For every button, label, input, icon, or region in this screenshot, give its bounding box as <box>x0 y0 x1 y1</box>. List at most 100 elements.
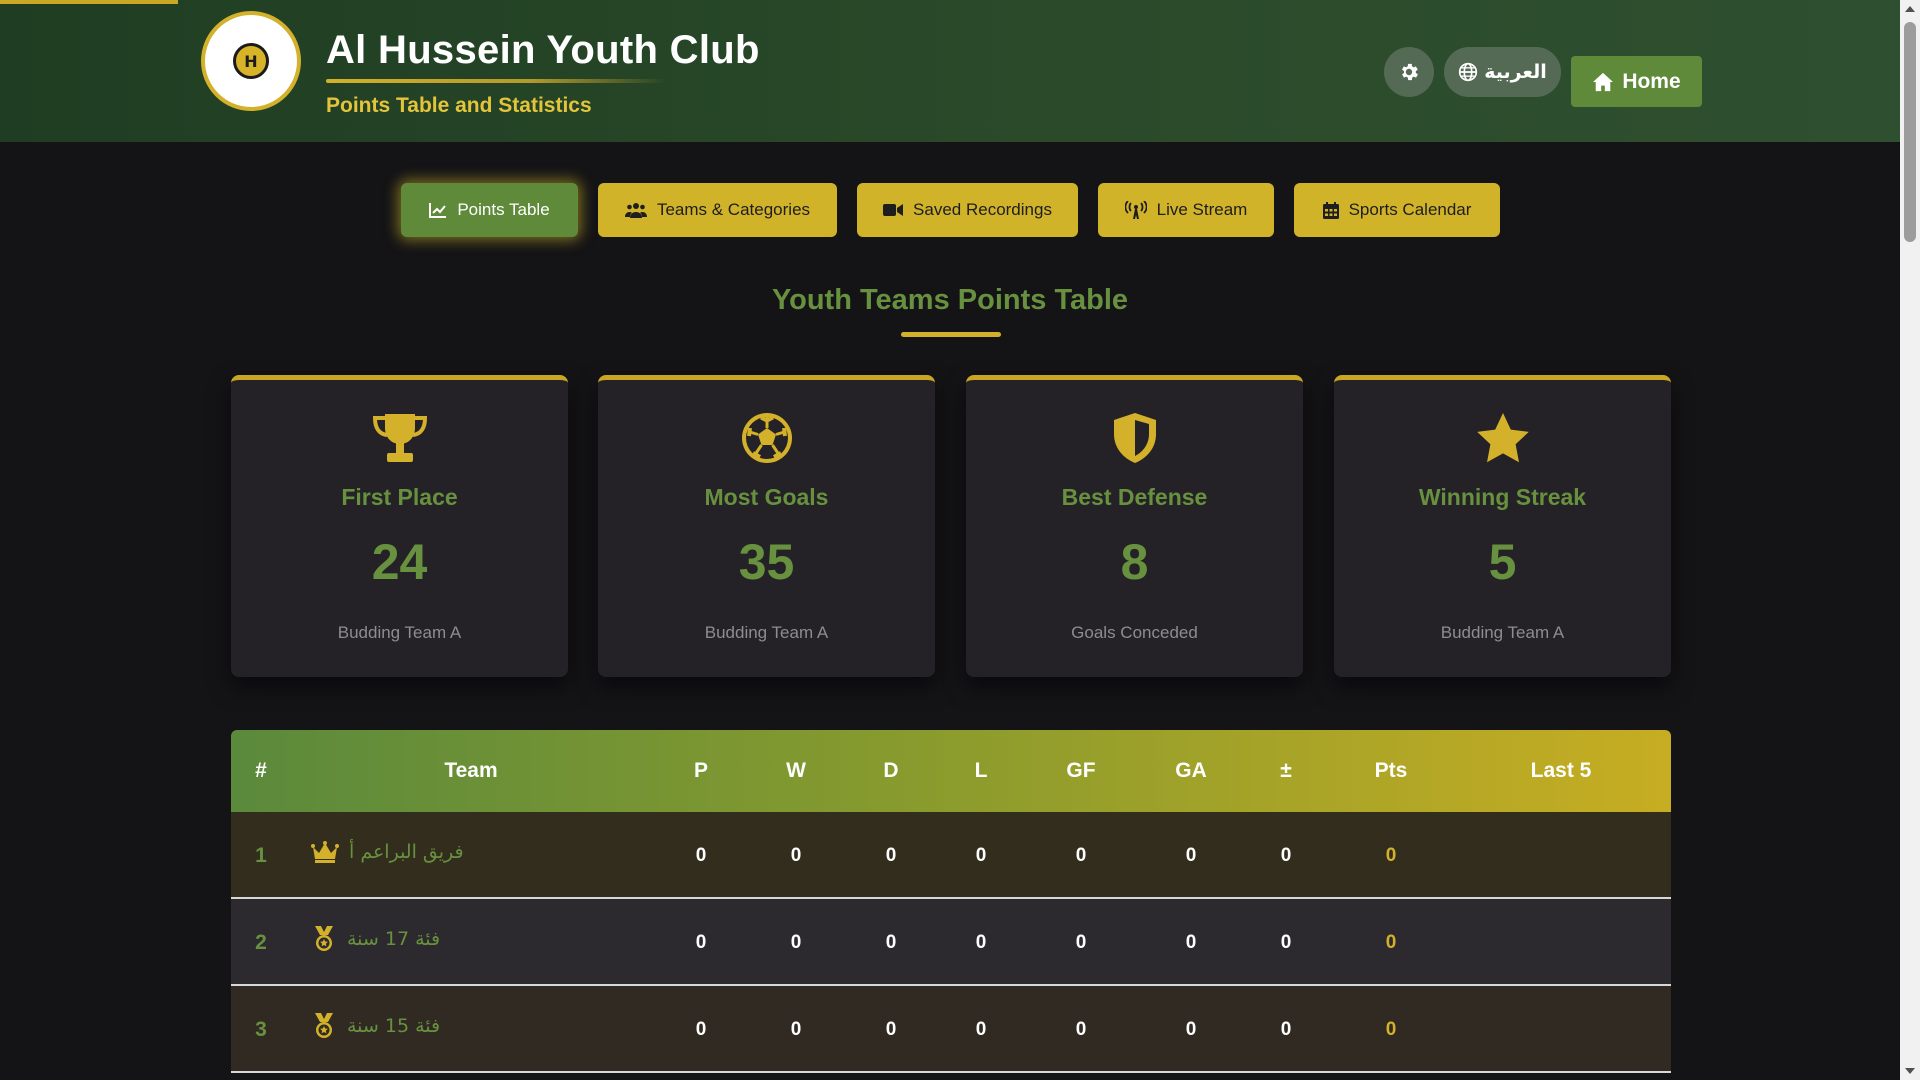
team-cell: فئة 17 سنة <box>311 895 440 982</box>
cell-drawn: 0 <box>885 932 897 953</box>
cell-points: 0 <box>1385 1019 1397 1040</box>
section-title-underline <box>901 332 1001 337</box>
cell-points: 0 <box>1385 845 1397 866</box>
cell-points: 0 <box>1385 932 1397 953</box>
tab-label: Saved Recordings <box>913 200 1052 219</box>
cell-goals-for: 0 <box>1075 1019 1087 1040</box>
page-scrollbar[interactable] <box>1900 0 1920 1080</box>
table-row[interactable]: 3 فئة 15 سنة 0 0 0 0 0 0 0 0 <box>231 986 1671 1073</box>
scroll-thumb[interactable] <box>1904 22 1916 242</box>
column-header-goals-against[interactable]: GA <box>1141 730 1241 812</box>
stat-value: 24 <box>371 534 428 590</box>
stat-card-best-defense: Best Defense 8 Goals Conceded <box>966 375 1303 677</box>
home-label: Home <box>1622 69 1681 93</box>
stat-value: 35 <box>738 534 795 590</box>
stat-value: 5 <box>1488 534 1517 590</box>
column-header-played[interactable]: P <box>651 730 751 812</box>
header-top-accent <box>0 0 178 4</box>
stat-subtext: Goals Conceded <box>1071 623 1198 642</box>
column-header-points[interactable]: Pts <box>1331 730 1451 812</box>
broadcast-tower-icon <box>1124 201 1147 219</box>
stat-label: Best Defense <box>1061 484 1208 510</box>
stat-label: Winning Streak <box>1418 484 1587 510</box>
column-header-won[interactable]: W <box>751 730 841 812</box>
scroll-down-icon[interactable] <box>1905 1068 1915 1074</box>
tab-label: Sports Calendar <box>1348 200 1472 219</box>
cell-played: 0 <box>695 1019 707 1040</box>
globe-icon <box>1459 62 1478 82</box>
video-camera-icon <box>883 204 904 216</box>
stat-subtext: Budding Team A <box>704 623 829 642</box>
site-header: H Al Hussein Youth Club Points Table and… <box>0 0 1900 142</box>
team-cell: فئة 15 سنة <box>311 982 440 1069</box>
scroll-up-icon[interactable] <box>1905 6 1915 12</box>
stat-card-most-goals: Most Goals 35 Budding Team A <box>598 375 935 677</box>
users-icon <box>624 203 647 218</box>
logo-text: H <box>244 51 258 71</box>
tab-live-stream[interactable]: Live Stream <box>1098 183 1274 237</box>
cell-last-5 <box>1451 986 1671 1073</box>
column-header-rank[interactable]: # <box>231 730 291 812</box>
table-header: # Team P W D L GF GA ± Pts Last 5 <box>231 730 1671 812</box>
stat-card-first-place: First Place 24 Budding Team A <box>231 375 568 677</box>
column-header-lost[interactable]: L <box>941 730 1021 812</box>
trophy-icon <box>372 414 427 462</box>
gear-icon <box>1402 63 1418 81</box>
theme-settings-button[interactable] <box>1384 47 1434 97</box>
cell-won: 0 <box>790 1019 802 1040</box>
tab-teams-categories[interactable]: Teams & Categories <box>598 183 837 237</box>
points-table: # Team P W D L GF GA ± Pts Last 5 1 فريق… <box>231 730 1671 1080</box>
crown-icon <box>311 840 339 863</box>
stat-label: Most Goals <box>704 484 829 510</box>
chart-line-icon <box>429 203 447 218</box>
tab-points-table[interactable]: Points Table <box>401 183 578 237</box>
cell-lost: 0 <box>975 845 987 866</box>
column-header-last-5[interactable]: Last 5 <box>1451 730 1671 812</box>
table-row[interactable]: 1 فريق البراعم أ 0 0 0 0 0 0 0 0 <box>231 812 1671 899</box>
site-subtitle: Points Table and Statistics <box>326 94 592 117</box>
calendar-icon <box>1322 201 1339 219</box>
language-toggle-button[interactable]: العربية <box>1444 47 1561 97</box>
cell-goals-for: 0 <box>1075 932 1087 953</box>
medal-icon <box>315 925 333 951</box>
stat-subtext: Budding Team A <box>1440 623 1565 642</box>
cell-goal-difference: 0 <box>1280 932 1292 953</box>
column-header-drawn[interactable]: D <box>841 730 941 812</box>
tab-saved-recordings[interactable]: Saved Recordings <box>857 183 1078 237</box>
cell-lost: 0 <box>975 1019 987 1040</box>
star-icon <box>1476 413 1529 463</box>
cell-played: 0 <box>695 845 707 866</box>
row-rank: 2 <box>255 931 267 954</box>
column-header-goal-difference[interactable]: ± <box>1241 730 1331 812</box>
tab-label: Points Table <box>457 200 550 219</box>
team-name[interactable]: فئة 15 سنة <box>347 1015 440 1037</box>
cell-won: 0 <box>790 845 802 866</box>
team-cell: فريق البراعم أ <box>311 808 464 895</box>
cell-played: 0 <box>695 932 707 953</box>
cell-goal-difference: 0 <box>1280 1019 1292 1040</box>
cell-last-5 <box>1451 812 1671 899</box>
cell-won: 0 <box>790 932 802 953</box>
stat-value: 8 <box>1120 534 1149 590</box>
cell-lost: 0 <box>975 932 987 953</box>
medal-icon <box>315 1012 333 1038</box>
column-header-goals-for[interactable]: GF <box>1021 730 1141 812</box>
cell-drawn: 0 <box>885 1019 897 1040</box>
row-rank: 3 <box>255 1018 267 1041</box>
team-name[interactable]: فريق البراعم أ <box>349 841 464 863</box>
logo-emblem-icon: H <box>233 43 269 79</box>
cell-last-5 <box>1451 899 1671 986</box>
stat-label: First Place <box>341 484 458 510</box>
tab-sports-calendar[interactable]: Sports Calendar <box>1294 183 1500 237</box>
cell-goal-difference: 0 <box>1280 845 1292 866</box>
table-row[interactable]: 2 فئة 17 سنة 0 0 0 0 0 0 0 0 <box>231 899 1671 986</box>
team-name[interactable]: فئة 17 سنة <box>347 928 440 950</box>
club-logo[interactable]: H <box>201 11 301 111</box>
language-label: العربية <box>1484 61 1547 83</box>
home-icon <box>1593 72 1614 91</box>
column-header-team[interactable]: Team <box>291 730 651 812</box>
home-button[interactable]: Home <box>1571 56 1702 107</box>
cell-goals-for: 0 <box>1075 845 1087 866</box>
cell-goals-against: 0 <box>1185 1019 1197 1040</box>
cell-drawn: 0 <box>885 845 897 866</box>
